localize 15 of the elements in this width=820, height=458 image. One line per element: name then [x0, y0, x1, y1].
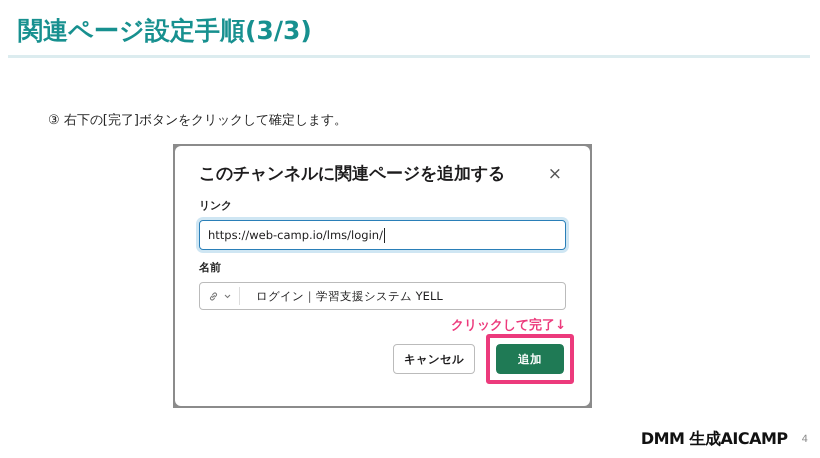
field-label: 名前 [199, 260, 222, 276]
input-field[interactable]: https://web-camp.io/lms/login/ [199, 220, 566, 250]
add-button[interactable]: 追加 [496, 344, 564, 374]
dialog-title: このチャンネルに関連ページを追加する [199, 163, 505, 186]
logo-text: DMM 生成AICAMP [640, 429, 788, 450]
slide-title: 関連ページ設定手順(3/3) [18, 15, 313, 47]
field-label: リンク [199, 198, 233, 214]
page-number: 4 [802, 434, 808, 445]
cancel-button[interactable]: キャンセル [393, 344, 475, 374]
instruction-text: ③ 右下の[完了]ボタンをクリックして確定します。 [48, 112, 348, 130]
close-button[interactable]: × [544, 164, 566, 184]
annotation-text: クリックして完了↓ [451, 316, 566, 334]
link-icon[interactable] [208, 290, 219, 302]
chevron-icon[interactable] [224, 294, 231, 298]
input-field[interactable]: ログイン｜学習支援システム YELL [199, 282, 566, 310]
